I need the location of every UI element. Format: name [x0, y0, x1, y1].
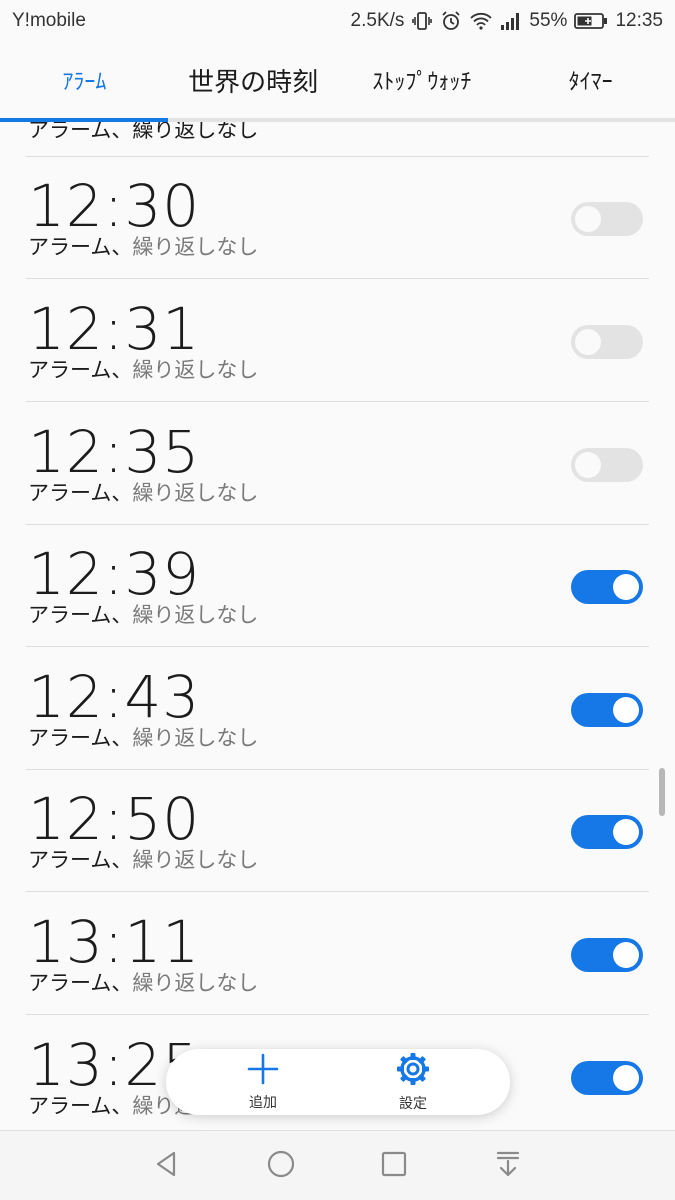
recents-button[interactable]: [364, 1136, 424, 1196]
alarm-toggle[interactable]: [571, 815, 643, 849]
vibrate-icon: [411, 10, 433, 32]
tab-bar: ｱﾗｰﾑ 世界の時刻 ｽﾄｯﾌﾟｳｫｯﾁ ﾀｲﾏｰ: [0, 42, 675, 122]
alarm-repeat: 繰り返しなし: [132, 726, 259, 750]
alarm-row[interactable]: 12:43 アラーム、繰り返しなし: [26, 648, 649, 770]
alarm-row[interactable]: 12:50 アラーム、繰り返しなし: [26, 770, 649, 892]
alarm-repeat: 繰り返しなし: [132, 971, 259, 995]
alarm-row[interactable]: 13:11 アラーム、繰り返しなし: [26, 893, 649, 1015]
tab-timer[interactable]: ﾀｲﾏｰ: [506, 42, 675, 118]
alarm-kind: アラーム、: [28, 603, 133, 627]
alarm-kind: アラーム、: [28, 358, 133, 382]
toggle-knob: [613, 819, 639, 845]
home-circle-icon: [266, 1149, 296, 1183]
toggle-knob: [613, 574, 639, 600]
alarm-kind: アラーム、: [28, 971, 133, 995]
alarm-label: アラーム、繰り返しなし: [28, 603, 258, 628]
alarm-toggle[interactable]: [571, 448, 643, 482]
alarm-kind: アラーム、: [28, 848, 133, 872]
toggle-knob: [575, 206, 601, 232]
alarm-time: 12:50: [28, 785, 201, 853]
alarm-row[interactable]: 12:30 アラーム、繰り返しなし: [26, 157, 649, 279]
alarm-toggle[interactable]: [571, 693, 643, 727]
alarm-toggle[interactable]: [571, 938, 643, 972]
status-icons: 2.5K/s 55% 12:35: [351, 10, 663, 32]
toggle-knob: [613, 942, 639, 968]
alarm-kind: アラーム、: [28, 481, 133, 505]
alarm-repeat: 繰り返しなし: [132, 603, 259, 627]
battery-percent: 55%: [529, 10, 568, 31]
clock-time: 12:35: [615, 10, 663, 31]
alarm-repeat: 繰り返しなし: [132, 848, 259, 872]
alarm-time: 13:11: [28, 908, 201, 976]
alarm-label: アラーム、繰り返しなし: [28, 481, 258, 506]
signal-icon: [500, 11, 522, 31]
network-speed: 2.5K/s: [350, 10, 405, 31]
back-triangle-icon: [152, 1149, 182, 1183]
alarm-toggle[interactable]: [571, 1061, 643, 1095]
alarm-kind: アラーム、: [28, 1094, 133, 1118]
action-pill: 追加 設定: [166, 1049, 510, 1115]
recents-square-icon: [379, 1149, 409, 1183]
notification-pull-down-button[interactable]: [478, 1136, 538, 1196]
alarm-kind: アラーム、: [28, 726, 133, 750]
alarm-kind: アラーム、: [28, 235, 133, 259]
alarm-time: 12:31: [28, 295, 201, 363]
alarm-label: アラーム、繰り返しなし: [28, 848, 258, 873]
wifi-icon: [469, 11, 493, 31]
toggle-knob: [575, 452, 601, 478]
toggle-knob: [613, 1065, 639, 1091]
alarm-repeat: 繰り返しなし: [132, 235, 259, 259]
add-alarm-button[interactable]: 追加: [208, 1052, 318, 1112]
toggle-knob: [575, 329, 601, 355]
home-button[interactable]: [251, 1136, 311, 1196]
carrier-name: Y!mobile: [12, 10, 86, 31]
tab-stopwatch[interactable]: ｽﾄｯﾌﾟｳｫｯﾁ: [338, 42, 507, 118]
alarm-repeat: 繰り返しなし: [132, 358, 259, 382]
tab-alarm[interactable]: ｱﾗｰﾑ: [0, 42, 169, 118]
scrollbar-thumb[interactable]: [659, 768, 665, 816]
alarm-time: 12:43: [28, 663, 201, 731]
alarm-toggle[interactable]: [571, 202, 643, 236]
tab-world-clock[interactable]: 世界の時刻: [169, 42, 338, 118]
alarm-label: アラーム、繰り返しなし: [28, 358, 258, 383]
alarm-repeat: 繰り返しなし: [132, 481, 259, 505]
add-label: 追加: [249, 1095, 277, 1111]
alarm-row[interactable]: 12:39 アラーム、繰り返しなし: [26, 525, 649, 647]
alarm-time: 12:39: [28, 540, 201, 608]
alarm-time: 12:30: [28, 172, 201, 240]
system-nav-bar: [0, 1130, 675, 1200]
plus-icon: [246, 1052, 280, 1090]
back-button[interactable]: [137, 1136, 197, 1196]
alarm-row[interactable]: 12:35 アラーム、繰り返しなし: [26, 403, 649, 525]
alarm-time: 12:35: [28, 418, 201, 486]
alarm-clock-icon: [440, 10, 462, 32]
alarm-label: アラーム、繰り返しなし: [28, 235, 258, 260]
partial-alarm-label: アラーム、繰り返しなし: [28, 122, 259, 142]
alarm-label: アラーム、繰り返しなし: [28, 726, 258, 751]
alarm-list[interactable]: アラーム、繰り返しなし 12:30 アラーム、繰り返しなし 12:31 アラーム…: [0, 122, 675, 1130]
settings-label: 設定: [399, 1096, 427, 1112]
pull-down-arrow-icon: [493, 1149, 523, 1183]
gear-icon: [395, 1051, 431, 1091]
alarm-toggle[interactable]: [571, 570, 643, 604]
alarm-row[interactable]: 12:31 アラーム、繰り返しなし: [26, 280, 649, 402]
battery-icon: [574, 11, 608, 31]
clock-app: Y!mobile 2.5K/s 55% 12:35 ｱﾗｰﾑ 世界の時刻 ｽﾄｯ…: [0, 0, 675, 1200]
alarm-toggle[interactable]: [571, 325, 643, 359]
status-bar: Y!mobile 2.5K/s 55% 12:35: [0, 0, 675, 42]
toggle-knob: [613, 697, 639, 723]
alarm-label: アラーム、繰り返しなし: [28, 971, 258, 996]
settings-button[interactable]: 設定: [358, 1052, 468, 1112]
